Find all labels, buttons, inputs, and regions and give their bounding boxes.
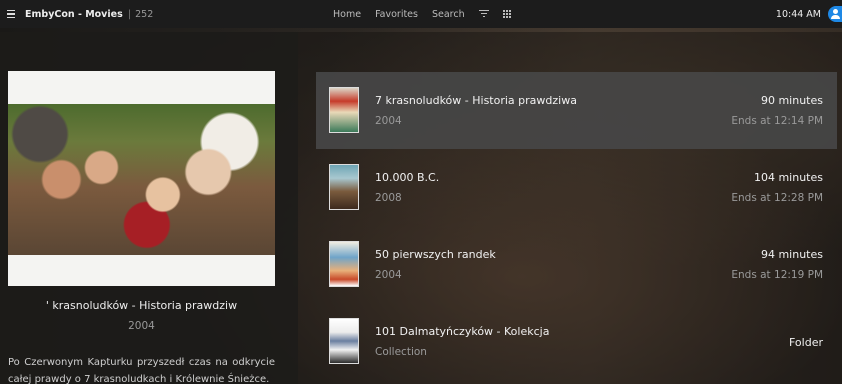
item-ends-at: Ends at 12:28 PM <box>731 192 823 204</box>
nav-favorites[interactable]: Favorites <box>375 9 418 20</box>
list-item[interactable]: 10.000 B.C. 2008 104 minutes Ends at 12:… <box>316 149 837 226</box>
app-title: EmbyCon - Movies <box>25 8 123 20</box>
menu-icon[interactable] <box>7 10 19 18</box>
grid-view-icon[interactable] <box>502 10 511 18</box>
poster-thumbnail <box>329 318 359 364</box>
item-type: Collection <box>375 346 427 358</box>
poster-thumbnail <box>329 241 359 287</box>
item-ends-at: Ends at 12:19 PM <box>731 269 823 281</box>
item-title: 50 pierwszych randek <box>375 248 496 261</box>
item-title: 7 krasnoludków - Historia prawdziwa <box>375 94 577 107</box>
poster-thumbnail <box>329 164 359 210</box>
user-avatar-icon[interactable] <box>828 6 842 22</box>
title-separator: | <box>127 8 132 20</box>
list-item[interactable]: 7 krasnoludków - Historia prawdziwa 2004… <box>316 72 837 149</box>
nav-home[interactable]: Home <box>333 9 361 20</box>
item-year: 2004 <box>375 269 402 281</box>
list-item[interactable]: 101 Dalmatyńczyków - Kolekcja Collection… <box>316 303 837 380</box>
item-runtime: 104 minutes <box>753 171 823 184</box>
item-runtime: 90 minutes <box>760 94 823 107</box>
item-year: 2008 <box>375 192 402 204</box>
nav-search[interactable]: Search <box>432 9 465 20</box>
clock: 10:44 AM <box>775 8 821 20</box>
detail-overview: Po Czerwonym Kapturku przyszedł czas na … <box>8 357 275 384</box>
list-item[interactable]: 50 pierwszych randek 2004 94 minutes End… <box>316 226 837 303</box>
poster-frame <box>8 71 275 286</box>
item-title: 101 Dalmatyńczyków - Kolekcja <box>375 325 550 338</box>
movie-still-image <box>8 104 275 255</box>
detail-title: ' krasnoludków - Historia prawdziw <box>45 299 238 312</box>
detail-year: 2004 <box>128 320 155 332</box>
top-nav: Home Favorites Search <box>333 0 511 28</box>
item-year: 2004 <box>375 115 402 127</box>
item-ends-at: Ends at 12:14 PM <box>731 115 823 127</box>
item-folder-label: Folder <box>789 336 823 349</box>
filter-icon[interactable] <box>478 10 489 18</box>
top-bar: EmbyCon - Movies | 252 Home Favorites Se… <box>0 0 842 28</box>
movie-list: 7 krasnoludków - Historia prawdziwa 2004… <box>316 72 837 380</box>
poster-thumbnail <box>329 87 359 133</box>
item-count: 252 <box>135 8 154 20</box>
item-title: 10.000 B.C. <box>375 171 440 184</box>
item-runtime: 94 minutes <box>760 248 823 261</box>
